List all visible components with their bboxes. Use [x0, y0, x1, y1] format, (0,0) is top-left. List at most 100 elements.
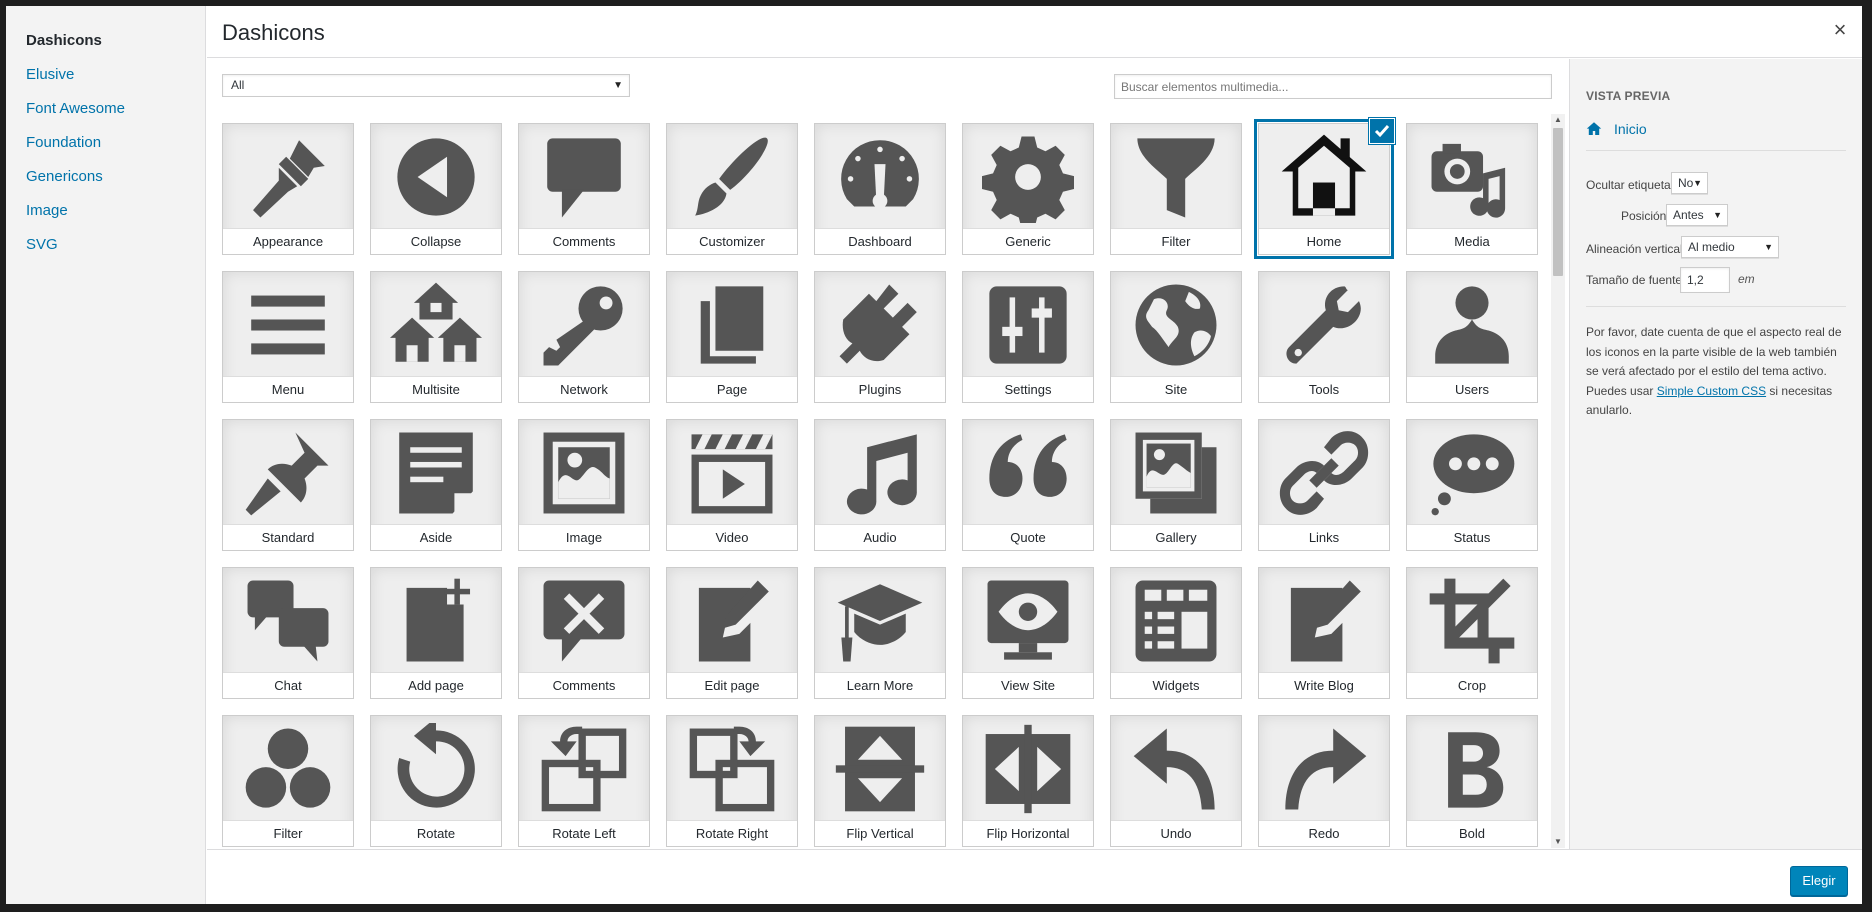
rotate-icon — [371, 716, 501, 821]
icon-tile[interactable]: Comments — [518, 123, 650, 255]
menu-item-image[interactable]: Image — [6, 194, 205, 228]
icon-tile[interactable]: Standard — [222, 419, 354, 551]
icon-tile-label: Video — [667, 524, 797, 550]
icon-tile[interactable]: Widgets — [1110, 567, 1242, 699]
icon-tile[interactable]: Comments — [518, 567, 650, 699]
choose-button[interactable]: Elegir — [1790, 866, 1848, 896]
icon-tile[interactable]: Chat — [222, 567, 354, 699]
icon-tile[interactable]: Menu — [222, 271, 354, 403]
icon-tile-label: Crop — [1407, 672, 1537, 698]
scrollbar-thumb[interactable] — [1553, 128, 1563, 276]
icon-tile[interactable]: Rotate Right — [666, 715, 798, 847]
icon-tile[interactable]: Links — [1258, 419, 1390, 551]
icon-tile[interactable]: Site — [1110, 271, 1242, 403]
wrench-icon — [1259, 272, 1389, 377]
multisite-houses-icon — [371, 272, 501, 377]
icon-tile[interactable]: Settings — [962, 271, 1094, 403]
icon-tile-label: Customizer — [667, 228, 797, 254]
chevron-down-icon: ▼ — [1764, 242, 1773, 252]
dashboard-gauge-icon — [815, 124, 945, 229]
menu-item-elusive[interactable]: Elusive — [6, 58, 205, 92]
icon-tile-label: Add page — [371, 672, 501, 698]
icon-tile[interactable]: Network — [518, 271, 650, 403]
menu-item-svg[interactable]: SVG — [6, 228, 205, 262]
simple-custom-css-link[interactable]: Simple Custom CSS — [1657, 384, 1766, 398]
hide-label-select[interactable]: No ▼ — [1671, 172, 1708, 194]
grid-scrollbar[interactable]: ▲ ▼ — [1551, 114, 1565, 848]
icon-tile[interactable]: Home — [1258, 118, 1395, 255]
checkmark-icon[interactable] — [1369, 118, 1395, 144]
icon-tile[interactable]: Dashboard — [814, 123, 946, 255]
icon-tile[interactable]: Add page — [370, 567, 502, 699]
redo-icon — [1259, 716, 1389, 821]
icon-tile[interactable]: Media — [1406, 123, 1538, 255]
chevron-down-icon: ▼ — [1713, 210, 1722, 220]
icon-tile[interactable]: Video — [666, 419, 798, 551]
icon-tile[interactable]: Page — [666, 271, 798, 403]
icon-tile-label: Quote — [963, 524, 1093, 550]
flip-horizontal-icon — [963, 716, 1093, 821]
icon-filter-select[interactable]: All ▼ — [222, 74, 630, 97]
menu-item-font-awesome[interactable]: Font Awesome — [6, 92, 205, 126]
icon-tile[interactable]: View Site — [962, 567, 1094, 699]
icon-tile[interactable]: Filter — [1110, 123, 1242, 255]
icon-tile-label: Comments — [519, 228, 649, 254]
icon-tile-label: Chat — [223, 672, 353, 698]
icon-tile[interactable]: Undo — [1110, 715, 1242, 847]
pushpin-icon — [223, 420, 353, 525]
icon-tile-label: Appearance — [223, 228, 353, 254]
position-select[interactable]: Antes ▼ — [1666, 204, 1728, 226]
menu-item-dashicons[interactable]: Dashicons — [6, 24, 205, 58]
icon-tile[interactable]: Redo — [1258, 715, 1390, 847]
icon-tile[interactable]: Rotate — [370, 715, 502, 847]
icon-tile[interactable]: Multisite — [370, 271, 502, 403]
collapse-icon — [371, 124, 501, 229]
icon-tile-label: Redo — [1259, 820, 1389, 846]
icon-tile[interactable]: Status — [1406, 419, 1538, 551]
menu-item-foundation[interactable]: Foundation — [6, 126, 205, 160]
icon-tile[interactable]: Edit page — [666, 567, 798, 699]
icon-tile[interactable]: Filter — [222, 715, 354, 847]
icon-tile[interactable]: Generic — [962, 123, 1094, 255]
icon-tile-label: Home — [1259, 228, 1389, 254]
modal-title: Dashicons — [222, 20, 325, 45]
font-size-input[interactable] — [1680, 267, 1730, 293]
icon-tile[interactable]: Write Blog — [1258, 567, 1390, 699]
icon-tile[interactable]: Gallery — [1110, 419, 1242, 551]
icon-tile[interactable]: Crop — [1406, 567, 1538, 699]
undo-icon — [1111, 716, 1241, 821]
icon-tile[interactable]: Aside — [370, 419, 502, 551]
media-toolbar: All ▼ — [207, 59, 1569, 111]
icon-grid-area: Appearance Collapse Comments Customizer Dash… — [207, 111, 1569, 847]
bold-icon — [1407, 716, 1537, 821]
title-bar: Dashicons × — [207, 6, 1862, 58]
icon-tile-label: Tools — [1259, 376, 1389, 402]
icon-tile[interactable]: Users — [1406, 271, 1538, 403]
scroll-up-icon[interactable]: ▲ — [1551, 114, 1565, 126]
search-input[interactable] — [1114, 74, 1552, 99]
scroll-down-icon[interactable]: ▼ — [1551, 836, 1565, 848]
icon-tile-label: Write Blog — [1259, 672, 1389, 698]
menu-item-genericons[interactable]: Genericons — [6, 160, 205, 194]
icon-tile[interactable]: Appearance — [222, 123, 354, 255]
icon-tile[interactable]: Tools — [1258, 271, 1390, 403]
icon-tile[interactable]: Plugins — [814, 271, 946, 403]
icon-tile[interactable]: Bold — [1406, 715, 1538, 847]
icon-tile-label: Plugins — [815, 376, 945, 402]
icon-tile[interactable]: Flip Vertical — [814, 715, 946, 847]
icon-tile[interactable]: Quote — [962, 419, 1094, 551]
icon-tile[interactable]: Audio — [814, 419, 946, 551]
icon-tile[interactable]: Collapse — [370, 123, 502, 255]
icon-tile[interactable]: Flip Horizontal — [962, 715, 1094, 847]
icon-tile[interactable]: Customizer — [666, 123, 798, 255]
icon-tile-label: Site — [1111, 376, 1241, 402]
icon-tile[interactable]: Learn More — [814, 567, 946, 699]
preview-label: Inicio — [1614, 121, 1647, 137]
vertical-align-select[interactable]: Al medio ▼ — [1681, 236, 1779, 258]
icon-tile[interactable]: Rotate Left — [518, 715, 650, 847]
icon-tile[interactable]: Image — [518, 419, 650, 551]
chat-bubbles-icon — [223, 568, 353, 673]
font-size-label: Tamaño de fuente — [1586, 273, 1683, 287]
icon-tile-label: Settings — [963, 376, 1093, 402]
close-icon[interactable]: × — [1828, 18, 1852, 42]
